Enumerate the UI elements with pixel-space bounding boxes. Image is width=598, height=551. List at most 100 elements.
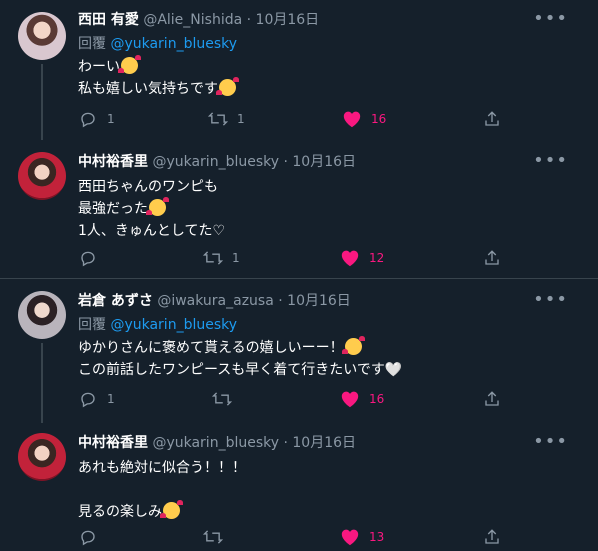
reply-to-line: 回覆 @yukarin_bluesky: [78, 34, 582, 54]
smiling-face-with-hearts-icon: [146, 197, 169, 216]
tweet-3[interactable]: 岩倉 あずさ @iwakura_azusa · 10月16日 ••• 回覆 @y…: [0, 279, 598, 423]
user-handle[interactable]: @yukarin_bluesky: [152, 154, 279, 170]
share-icon: [482, 527, 502, 547]
separator-dot: ·: [246, 12, 252, 28]
retweet-icon: [208, 109, 228, 129]
like-button[interactable]: 13: [340, 526, 384, 548]
avatar[interactable]: [18, 152, 66, 200]
reply-to-link[interactable]: @yukarin_bluesky: [110, 36, 237, 52]
tweet-header: 中村裕香里 @yukarin_bluesky · 10月16日: [78, 433, 582, 453]
retweet-button[interactable]: [212, 388, 241, 410]
thread-line: [41, 64, 43, 140]
avatar[interactable]: [18, 433, 66, 481]
tweet-text-line: あれも絶対に似合う！！！: [78, 460, 246, 476]
display-name[interactable]: 中村裕香里: [78, 154, 148, 170]
reply-button[interactable]: 1: [78, 388, 115, 410]
tweet-date[interactable]: 10月16日: [287, 293, 351, 309]
smiling-face-with-hearts-icon: [118, 55, 141, 74]
reply-button[interactable]: [78, 247, 107, 269]
tweet-text-line: ゆかりさんに褒めて貰えるの嬉しいーー！: [78, 340, 344, 356]
tweet-4[interactable]: 中村裕香里 @yukarin_bluesky · 10月16日 ••• あれも絶…: [0, 423, 598, 551]
tweet-1[interactable]: 西田 有愛 @Alie_Nishida · 10月16日 ••• 回覆 @yuk…: [0, 0, 598, 140]
like-button[interactable]: 16: [342, 108, 386, 130]
tweet-text-line: わーい: [78, 59, 120, 75]
separator-dot: ·: [278, 293, 283, 309]
display-name[interactable]: 西田 有愛: [78, 12, 139, 28]
share-icon: [482, 248, 502, 268]
reply-count: 1: [107, 392, 115, 406]
reply-prefix: 回覆: [78, 317, 106, 333]
tweet-text-line: 私も嬉しい気持ちです: [78, 81, 218, 97]
tweet-header: 西田 有愛 @Alie_Nishida · 10月16日: [78, 10, 582, 30]
user-handle[interactable]: @iwakura_azusa: [157, 293, 273, 309]
share-button[interactable]: [482, 388, 502, 410]
heart-icon: [340, 527, 360, 547]
retweet-icon: [203, 527, 223, 547]
reply-icon: [78, 248, 98, 268]
avatar[interactable]: [18, 12, 66, 60]
share-icon: [482, 389, 502, 409]
tweet-text-line: 西田ちゃんのワンピも: [78, 179, 218, 195]
tweet-text-line: この前話したワンピースも早く着て行きたいです🤍: [78, 362, 403, 378]
tweet-content: 中村裕香里 @yukarin_bluesky · 10月16日 ••• 西田ちゃ…: [78, 152, 582, 242]
user-handle[interactable]: @Alie_Nishida: [143, 12, 242, 28]
like-button[interactable]: 12: [340, 247, 384, 269]
avatar[interactable]: [18, 291, 66, 339]
retweet-button[interactable]: 1: [208, 108, 245, 130]
user-handle[interactable]: @yukarin_bluesky: [152, 435, 279, 451]
like-count: 13: [369, 530, 385, 544]
share-icon: [482, 109, 502, 129]
more-icon[interactable]: •••: [533, 152, 568, 170]
thread-line: [41, 343, 43, 423]
reply-icon: [78, 109, 98, 129]
reply-count: 1: [107, 112, 115, 126]
tweet-actions: 1 1 16: [78, 108, 518, 130]
tweet-text: わーい 私も嬉しい気持ちです: [78, 55, 582, 100]
smiling-face-with-hearts-icon: [216, 77, 239, 96]
reply-prefix: 回覆: [78, 36, 106, 52]
more-icon[interactable]: •••: [533, 291, 568, 309]
share-button[interactable]: [482, 108, 502, 130]
retweet-button[interactable]: 1: [203, 247, 240, 269]
tweet-date[interactable]: 10月16日: [292, 435, 356, 451]
like-button[interactable]: 16: [340, 388, 384, 410]
share-button[interactable]: [482, 526, 502, 548]
separator-dot: ·: [283, 154, 288, 170]
separator-dot: ·: [283, 435, 288, 451]
display-name[interactable]: 中村裕香里: [78, 435, 148, 451]
tweet-actions: 1 16: [78, 388, 518, 410]
retweet-count: 1: [237, 112, 245, 126]
like-count: 16: [369, 392, 385, 406]
more-icon[interactable]: •••: [533, 10, 568, 28]
tweet-text-line: 1人、きゅんとしてた♡: [78, 223, 226, 239]
tweet-text-line: 見るの楽しみ: [78, 504, 162, 520]
reply-button[interactable]: 1: [78, 108, 115, 130]
heart-icon: [342, 109, 362, 129]
display-name[interactable]: 岩倉 あずさ: [78, 293, 153, 309]
heart-icon: [340, 248, 360, 268]
smiling-face-with-hearts-icon: [160, 500, 183, 519]
tweet-date[interactable]: 10月16日: [256, 12, 320, 28]
like-count: 16: [371, 112, 387, 126]
tweet-content: 中村裕香里 @yukarin_bluesky · 10月16日 ••• あれも絶…: [78, 433, 582, 523]
tweet-content: 岩倉 あずさ @iwakura_azusa · 10月16日 ••• 回覆 @y…: [78, 291, 582, 381]
tweet-text: 西田ちゃんのワンピも 最強だった 1人、きゅんとしてた♡: [78, 176, 582, 242]
more-icon[interactable]: •••: [533, 433, 568, 451]
reply-icon: [78, 389, 98, 409]
reply-to-link[interactable]: @yukarin_bluesky: [110, 317, 237, 333]
smiling-face-with-hearts-icon: [341, 336, 365, 355]
tweet-actions: 13: [78, 526, 518, 548]
retweet-icon: [212, 389, 232, 409]
share-button[interactable]: [482, 247, 502, 269]
tweet-text-line: 最強だった: [78, 201, 148, 217]
tweet-text: あれも絶対に似合う！！！ 見るの楽しみ: [78, 457, 582, 523]
tweet-content: 西田 有愛 @Alie_Nishida · 10月16日 ••• 回覆 @yuk…: [78, 10, 582, 100]
retweet-button[interactable]: [203, 526, 232, 548]
tweet-actions: 1 12: [78, 247, 518, 269]
heart-icon: [340, 389, 360, 409]
reply-button[interactable]: [78, 526, 107, 548]
tweet-date[interactable]: 10月16日: [292, 154, 356, 170]
retweet-count: 1: [232, 251, 240, 265]
tweet-text: ゆかりさんに褒めて貰えるの嬉しいーー！ この前話したワンピースも早く着て行きたい…: [78, 336, 582, 381]
tweet-2[interactable]: 中村裕香里 @yukarin_bluesky · 10月16日 ••• 西田ちゃ…: [0, 140, 598, 278]
